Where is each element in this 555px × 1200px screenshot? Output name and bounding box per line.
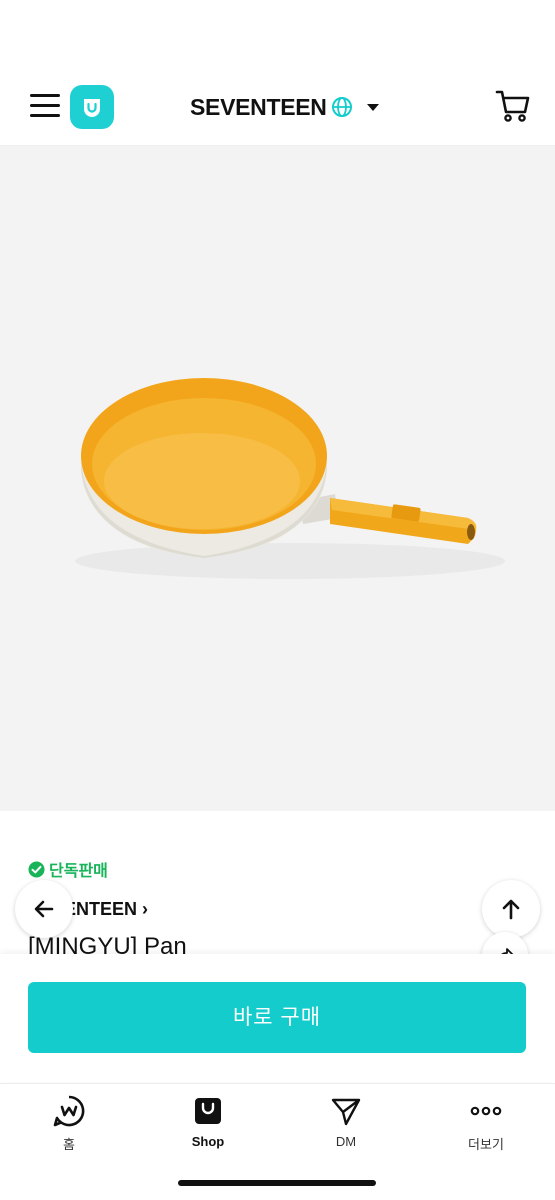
artist-name: SEVENTEEN <box>190 93 327 120</box>
arrow-up-icon <box>502 899 520 920</box>
buy-now-button[interactable]: 바로 구매 <box>28 982 526 1053</box>
exclusive-label: 단독판매 <box>49 863 108 880</box>
globe-icon <box>331 97 352 117</box>
tab-home-label: 홈 <box>63 1137 75 1152</box>
purchase-panel: 바로 구매 <box>0 954 555 1082</box>
chevron-right-icon: › <box>142 899 149 919</box>
paper-plane-icon <box>331 1098 361 1126</box>
arrow-left-icon <box>34 900 54 918</box>
artist-selector[interactable]: SEVENTEEN <box>190 92 379 122</box>
tab-shop[interactable]: Shop <box>148 1094 268 1154</box>
back-button[interactable] <box>15 880 73 938</box>
cart-icon[interactable] <box>495 88 531 124</box>
weverse-home-icon <box>53 1095 85 1127</box>
top-nav: SEVENTEEN <box>0 70 555 146</box>
scroll-top-button[interactable] <box>482 880 540 938</box>
shop-bag-icon <box>195 1098 221 1124</box>
tab-more[interactable]: 더보기 <box>426 1094 546 1154</box>
product-image[interactable] <box>0 146 555 811</box>
tab-more-label: 더보기 <box>468 1137 504 1152</box>
tab-shop-label: Shop <box>191 1134 225 1149</box>
verified-check-icon <box>28 861 45 877</box>
caret-down-icon <box>366 103 379 111</box>
weverse-shop-logo[interactable] <box>70 85 114 129</box>
tab-home[interactable]: 홈 <box>9 1094 129 1154</box>
status-bar <box>0 0 555 70</box>
menu-icon[interactable] <box>30 94 60 120</box>
product-info: 단독판매 SEVENTEEN › [MINGYU] Pan <box>0 811 555 954</box>
home-indicator <box>178 1180 376 1186</box>
pan-illustration <box>75 378 505 579</box>
tab-dm-label: DM <box>335 1134 357 1149</box>
exclusive-badge: 단독판매 <box>28 857 108 881</box>
tab-dm[interactable]: DM <box>286 1094 406 1154</box>
more-dots-icon <box>470 1106 502 1116</box>
